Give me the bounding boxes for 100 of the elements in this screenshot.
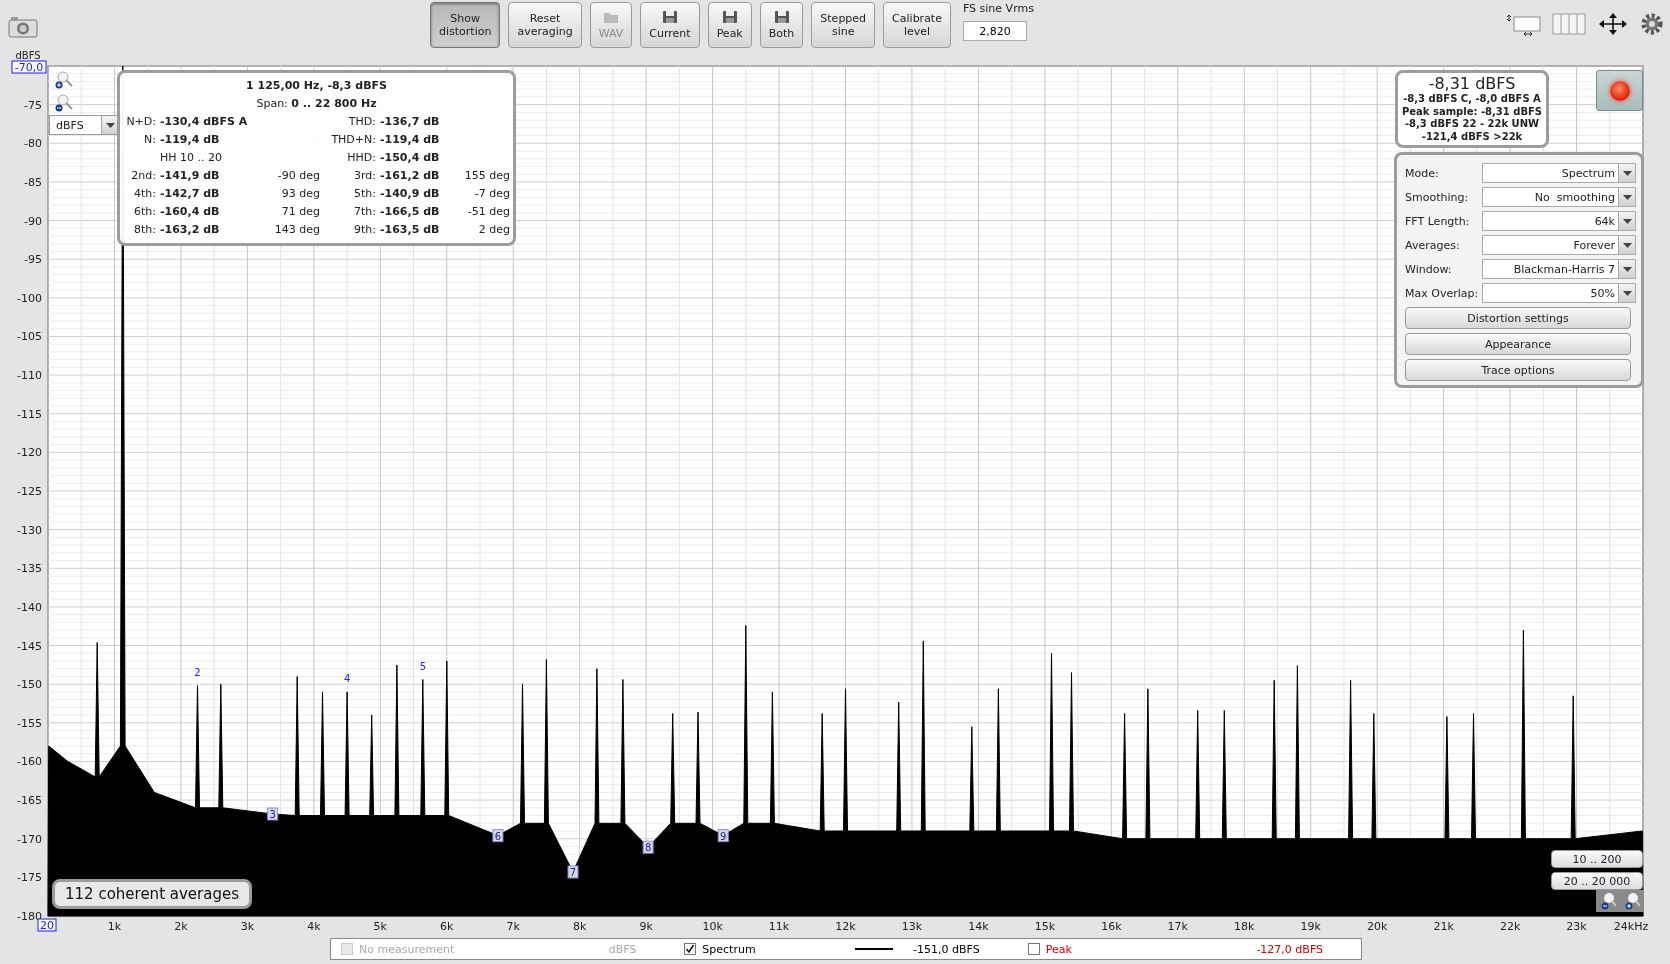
y-tick-label: -135 bbox=[17, 562, 42, 576]
toolbar-button[interactable]: Both bbox=[759, 2, 804, 48]
y-tick-label: -75 bbox=[24, 98, 42, 112]
setting-dropdown[interactable]: 64k bbox=[1482, 211, 1636, 231]
x-tick-label: 4k bbox=[307, 920, 321, 933]
range-button[interactable]: 10 .. 200 bbox=[1551, 850, 1643, 868]
settings-button[interactable]: Appearance bbox=[1405, 333, 1631, 355]
measure-label: 8th: bbox=[133, 222, 157, 238]
measure-label: 4th: bbox=[133, 186, 157, 202]
setting-label: Smoothing: bbox=[1405, 190, 1470, 204]
settings-icon[interactable] bbox=[1640, 12, 1664, 36]
x-tick-label: 7k bbox=[506, 920, 520, 933]
harmonic-marker: 9 bbox=[717, 829, 729, 843]
x-tick-label: 15k bbox=[1034, 920, 1056, 933]
x-tick-label: 14k bbox=[968, 920, 989, 933]
x-tick-label: 6k bbox=[440, 920, 454, 933]
measure-value: -166,5 dB bbox=[380, 204, 441, 220]
harmonic-range: HH 10 .. 20 bbox=[159, 150, 223, 166]
setting-label: Mode: bbox=[1405, 166, 1440, 180]
x-tick-label: 13k bbox=[901, 920, 923, 933]
toolbar-button[interactable]: Current bbox=[640, 2, 700, 48]
unit-dropdown[interactable]: dBFS bbox=[49, 115, 119, 135]
resize-icon[interactable] bbox=[1506, 12, 1542, 36]
fs-input-field[interactable]: 2,820 bbox=[962, 21, 1027, 41]
folder-icon bbox=[603, 10, 619, 24]
level-reading: -8,31 dBFS bbox=[1428, 75, 1516, 93]
camera-icon[interactable] bbox=[8, 16, 38, 38]
range-button[interactable]: 20 .. 20 000 bbox=[1551, 872, 1643, 890]
legend-value: -127,0 dBFS bbox=[1256, 942, 1323, 956]
x-tick-label: 22k bbox=[1499, 920, 1521, 933]
trace-line-sample bbox=[855, 948, 894, 950]
setting-dropdown[interactable]: Blackman-Harris 7 bbox=[1482, 259, 1636, 279]
measure-value: -119,4 dB bbox=[160, 132, 221, 148]
legend-checkbox[interactable] bbox=[684, 943, 697, 955]
toolbar-button[interactable]: Stepped sine bbox=[811, 2, 876, 48]
measure-label: N+D: bbox=[125, 114, 157, 130]
harmonic-marker: 5 bbox=[419, 660, 426, 672]
measure-value: -141,9 dB bbox=[160, 168, 221, 184]
phase-value: 71 deg bbox=[280, 204, 320, 220]
legend-checkbox[interactable] bbox=[1027, 943, 1040, 955]
settings-button[interactable]: Distortion settings bbox=[1405, 307, 1631, 329]
toolbar-button[interactable]: Reset averaging bbox=[508, 2, 582, 48]
record-button[interactable] bbox=[1596, 70, 1643, 111]
x-tick-label: 19k bbox=[1300, 920, 1321, 933]
measure-label: THD: bbox=[347, 114, 377, 130]
y-tick-label: -115 bbox=[17, 407, 42, 421]
phase-value: 155 deg bbox=[463, 168, 510, 184]
x-min-field[interactable]: 20 bbox=[37, 918, 57, 932]
measure-label: 5th: bbox=[353, 186, 377, 202]
y-tick-label: -170 bbox=[17, 832, 42, 846]
y-tick-label: -110 bbox=[17, 369, 42, 383]
toolbar-button[interactable]: Peak bbox=[707, 2, 752, 48]
zoom-out-icon[interactable] bbox=[1600, 892, 1616, 910]
y-tick-label: -85 bbox=[24, 175, 42, 189]
y-tick-label: -175 bbox=[17, 871, 42, 885]
toolbar-button[interactable]: Show distortion bbox=[430, 2, 501, 48]
measure-value: -160,4 dB bbox=[160, 204, 221, 220]
y-tick-label: -95 bbox=[24, 253, 42, 267]
harmonic-marker: 3 bbox=[267, 807, 279, 821]
span-text: Span: 0 .. 22 800 Hz bbox=[255, 96, 378, 112]
settings-button[interactable]: Trace options bbox=[1405, 359, 1631, 381]
zoom-in-icon[interactable] bbox=[55, 71, 73, 89]
level-detail: -8,3 dBFS C, -8,0 dBFS A bbox=[1403, 93, 1541, 106]
measure-value: -150,4 dB bbox=[380, 150, 441, 166]
measure-label: 6th: bbox=[133, 204, 157, 220]
setting-dropdown[interactable]: Spectrum bbox=[1482, 163, 1636, 183]
fs-label: FS sine Vrms bbox=[962, 2, 1034, 15]
zoom-out-icon[interactable] bbox=[55, 94, 73, 112]
measure-label: 9th: bbox=[353, 222, 377, 238]
setting-dropdown[interactable]: No smoothing bbox=[1482, 187, 1636, 207]
harmonic-marker: 7 bbox=[567, 865, 579, 879]
x-tick-label: 24kHz bbox=[1613, 920, 1649, 933]
caret-icon bbox=[1622, 266, 1632, 272]
setting-label: Window: bbox=[1405, 262, 1453, 276]
y-axis-label: dBFS bbox=[15, 50, 41, 61]
caret-icon bbox=[1622, 290, 1632, 296]
y-max-field[interactable]: -70,0 bbox=[11, 60, 47, 74]
setting-label: Averages: bbox=[1405, 238, 1461, 252]
measure-label: 3rd: bbox=[352, 168, 377, 184]
x-tick-label: 23k bbox=[1566, 920, 1587, 933]
caret-icon bbox=[1622, 242, 1632, 248]
x-tick-label: 16k bbox=[1101, 920, 1122, 933]
caret-icon bbox=[1622, 170, 1632, 176]
phase-value: 93 deg bbox=[280, 186, 320, 202]
phase-value: -7 deg bbox=[473, 186, 510, 202]
measure-value: -140,9 dB bbox=[380, 186, 441, 202]
y-tick-label: -105 bbox=[17, 330, 42, 344]
y-tick-label: -120 bbox=[17, 446, 42, 460]
zoom-in-icon[interactable] bbox=[1624, 892, 1640, 910]
setting-dropdown[interactable]: 50% bbox=[1482, 283, 1636, 303]
harmonic-marker: 4 bbox=[343, 672, 351, 684]
phase-value: -90 deg bbox=[276, 168, 320, 184]
y-tick-label: -140 bbox=[17, 600, 42, 614]
caret-icon bbox=[105, 122, 115, 128]
setting-dropdown[interactable]: Forever bbox=[1482, 235, 1636, 255]
toolbar-button[interactable]: Calibrate level bbox=[883, 2, 951, 48]
y-tick-label: -160 bbox=[17, 755, 42, 769]
x-tick-label: 17k bbox=[1167, 920, 1188, 933]
y-tick-label: -125 bbox=[17, 485, 42, 498]
phase-value: 2 deg bbox=[477, 222, 510, 238]
